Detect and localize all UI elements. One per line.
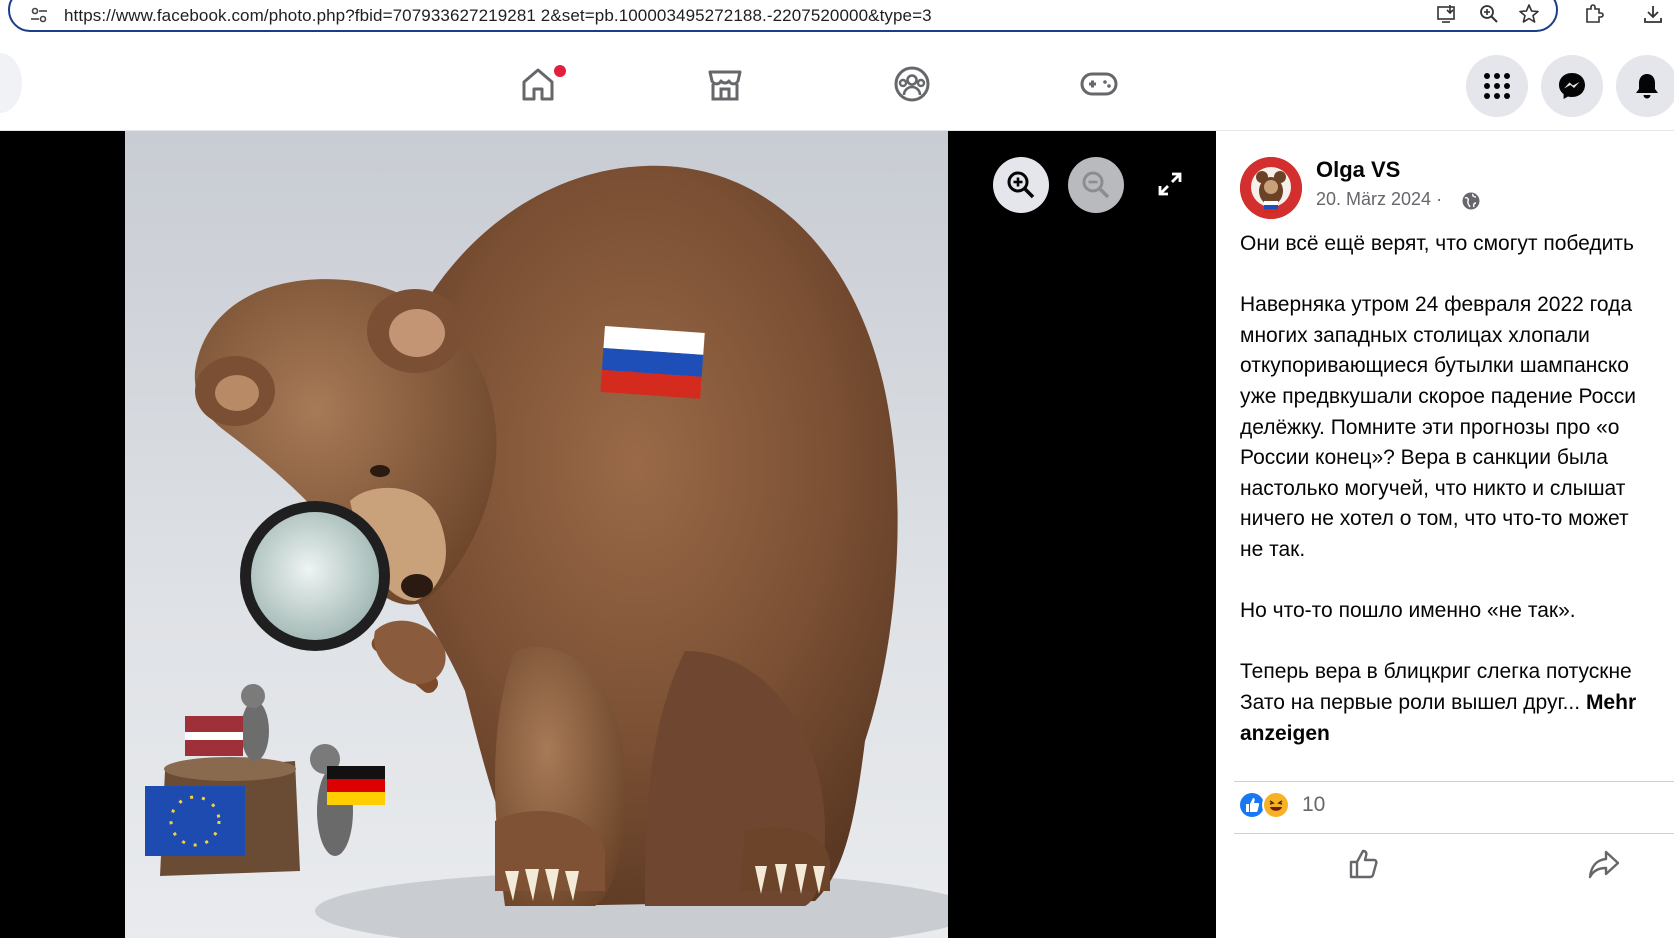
post-line-last: Зато на первые роли вышел друг... Mehr: [1240, 688, 1674, 719]
zoom-out-button[interactable]: [1068, 157, 1124, 213]
url-text[interactable]: https://www.facebook.com/photo.php?fbid=…: [64, 6, 932, 26]
post-line: Они всё ещё верят, что смогут победить: [1240, 232, 1634, 255]
facebook-top-nav: [0, 40, 1674, 131]
messenger-button[interactable]: [1541, 55, 1603, 117]
post-text: Они всё ещё верят, что смогут победить Н…: [1240, 229, 1674, 749]
zoom-out-icon: [1082, 171, 1110, 199]
menu-button[interactable]: [1466, 55, 1528, 117]
divider: [1234, 781, 1674, 782]
post-line: [1240, 627, 1674, 658]
notifications-icon: [1636, 74, 1658, 99]
photo-viewer: [0, 131, 1216, 938]
fullscreen-icon[interactable]: [1157, 171, 1183, 197]
see-more-link[interactable]: Mehr: [1586, 691, 1636, 714]
post-line: уже предвкушали скорое падение Росси: [1240, 384, 1637, 408]
notification-dot: [552, 63, 568, 79]
extensions-icon[interactable]: [1583, 3, 1605, 25]
tune-icon[interactable]: [30, 7, 48, 23]
post-line: Теперь вера в блицкриг слегка потускне: [1240, 660, 1632, 684]
see-more-link-2[interactable]: anzeigen: [1240, 722, 1330, 745]
post-line-text: Зато на первые роли вышел друг...: [1240, 690, 1581, 714]
notifications-button[interactable]: [1616, 55, 1674, 117]
post-line: откупоривающиеся бутылки шампанско: [1240, 354, 1629, 378]
post-line: anzeigen: [1240, 719, 1674, 750]
post-line: ничего не хотел о том, что что-то может: [1240, 507, 1629, 531]
reaction-count[interactable]: 10: [1302, 793, 1325, 817]
share-icon[interactable]: [1586, 846, 1622, 882]
zoom-icon[interactable]: [1478, 3, 1500, 25]
globe-icon: [1462, 192, 1480, 210]
post-line: не так.: [1240, 537, 1306, 561]
author-name[interactable]: Olga VS: [1316, 157, 1400, 183]
post-line: многих западных столицах хлопали: [1240, 323, 1590, 347]
post-line: Но что-то пошло именно «не так».: [1240, 599, 1576, 623]
marketplace-icon[interactable]: [705, 64, 745, 104]
star-icon[interactable]: [1518, 3, 1540, 25]
browser-toolbar: https://www.facebook.com/photo.php?fbid=…: [0, 0, 1674, 40]
post-line: [1240, 260, 1674, 291]
divider: [1234, 833, 1674, 834]
post-photo[interactable]: [125, 131, 948, 938]
post-line: Наверняка утром 24 февраля 2022 года: [1240, 293, 1633, 317]
post-line: России конец»? Вера в санкции была: [1240, 446, 1608, 470]
messenger-icon: [1559, 73, 1585, 99]
zoom-in-icon: [1007, 171, 1035, 199]
post-line: [1240, 566, 1674, 597]
like-icon[interactable]: [1346, 846, 1382, 882]
zoom-in-button[interactable]: [993, 157, 1049, 213]
post-line: делёжку. Помните эти прогнозы про «о: [1240, 415, 1620, 439]
post-line: настолько могучей, что никто и слышат: [1240, 476, 1626, 500]
post-sidebar: Olga VS 20. März 2024 · Они всё ещё веря…: [1216, 131, 1674, 938]
avatar[interactable]: [1240, 157, 1302, 219]
groups-icon[interactable]: [892, 64, 932, 104]
menu-grid-icon: [1484, 73, 1510, 99]
install-icon[interactable]: [1436, 3, 1458, 25]
back-button[interactable]: [0, 53, 22, 113]
bear-illustration: [145, 165, 948, 938]
haha-reaction-icon: [1262, 791, 1290, 819]
address-bar[interactable]: https://www.facebook.com/photo.php?fbid=…: [8, 0, 1558, 32]
gaming-icon[interactable]: [1079, 64, 1119, 104]
post-date[interactable]: 20. März 2024 ·: [1316, 189, 1442, 210]
download-icon[interactable]: [1642, 3, 1664, 25]
